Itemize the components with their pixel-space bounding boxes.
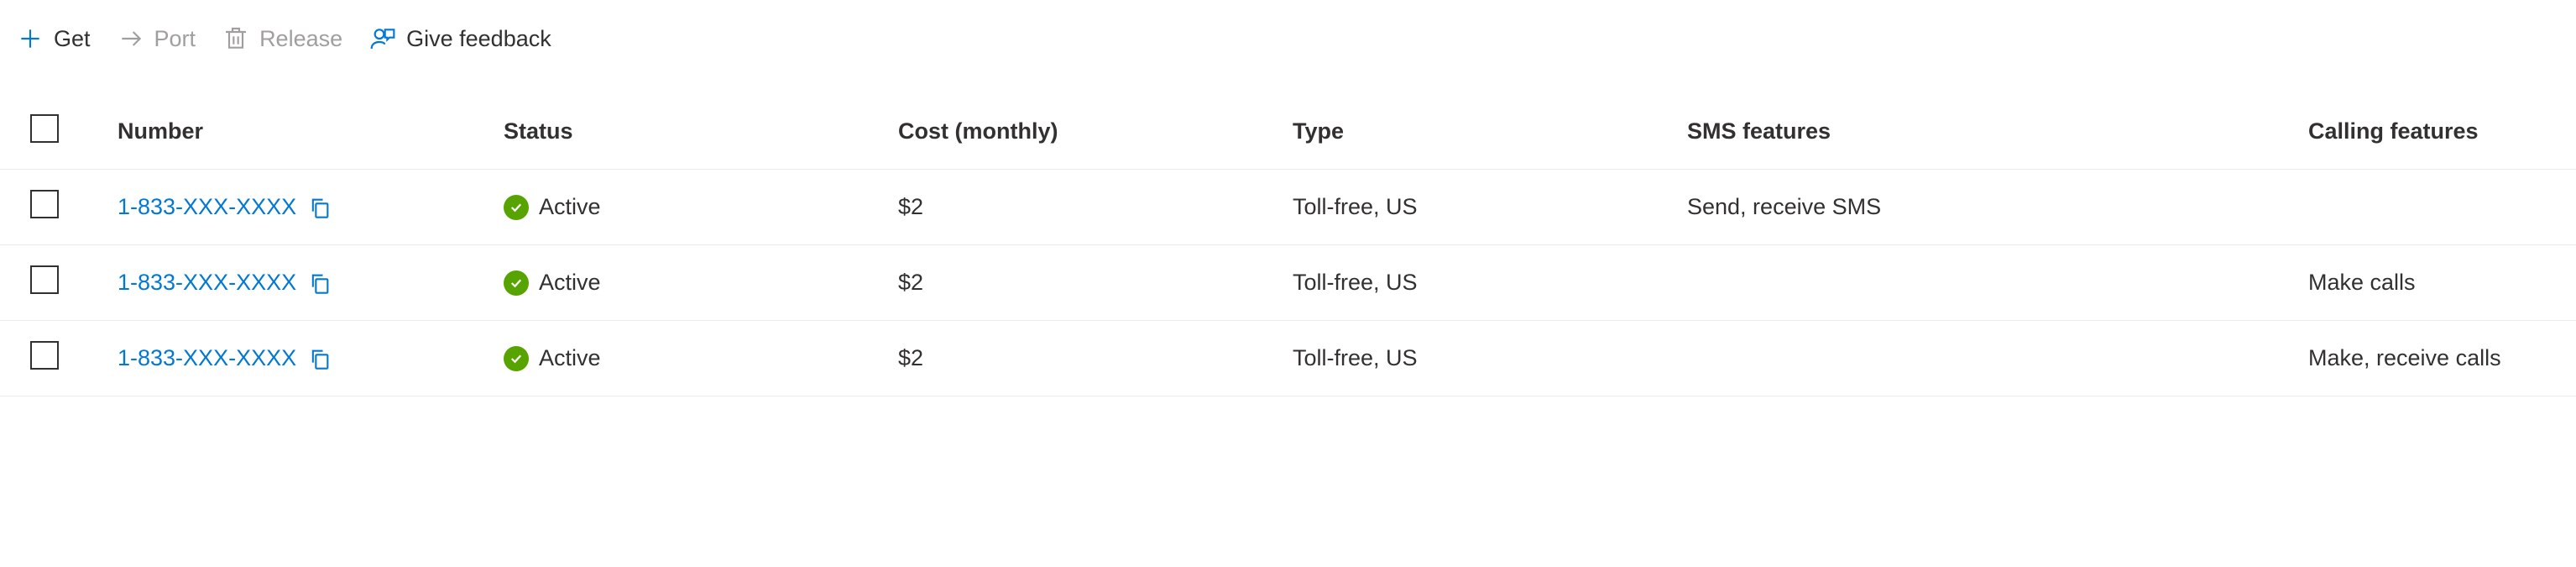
cost-text: $2 (898, 270, 1293, 296)
type-text: Toll-free, US (1293, 194, 1687, 220)
check-circle-icon (504, 195, 529, 220)
col-number[interactable]: Number (118, 118, 504, 144)
row-checkbox[interactable] (30, 341, 59, 370)
col-cost[interactable]: Cost (monthly) (898, 118, 1293, 144)
status-text: Active (539, 270, 601, 296)
copy-icon[interactable] (308, 196, 332, 219)
table-header-row: Number Status Cost (monthly) Type SMS fe… (0, 94, 2576, 170)
port-label: Port (154, 26, 196, 52)
plus-icon (17, 25, 44, 52)
copy-icon[interactable] (308, 347, 332, 370)
table-row: 1-833-XXX-XXXX Active $2 Toll-free, US M… (0, 321, 2576, 396)
select-all-checkbox[interactable] (30, 114, 59, 143)
get-label: Get (54, 26, 91, 52)
cost-text: $2 (898, 194, 1293, 220)
feedback-label: Give feedback (406, 26, 551, 52)
copy-icon[interactable] (308, 271, 332, 295)
feedback-icon (369, 25, 396, 52)
check-circle-icon (504, 346, 529, 371)
calling-text: Make, receive calls (2308, 345, 2576, 371)
number-link[interactable]: 1-833-XXX-XXXX (118, 194, 296, 220)
col-sms[interactable]: SMS features (1687, 118, 2308, 144)
col-calling[interactable]: Calling features (2308, 118, 2576, 144)
cost-text: $2 (898, 345, 1293, 371)
row-checkbox[interactable] (30, 265, 59, 294)
col-status[interactable]: Status (504, 118, 898, 144)
get-button[interactable]: Get (17, 25, 91, 52)
arrow-right-icon (118, 25, 144, 52)
status-text: Active (539, 194, 601, 220)
port-button[interactable]: Port (118, 25, 196, 52)
toolbar: Get Port Release Give feedback (0, 0, 2576, 94)
number-link[interactable]: 1-833-XXX-XXXX (118, 270, 296, 296)
col-type[interactable]: Type (1293, 118, 1687, 144)
status-text: Active (539, 345, 601, 371)
feedback-button[interactable]: Give feedback (369, 25, 551, 52)
row-checkbox[interactable] (30, 190, 59, 218)
table-row: 1-833-XXX-XXXX Active $2 Toll-free, US S… (0, 170, 2576, 245)
numbers-table: Number Status Cost (monthly) Type SMS fe… (0, 94, 2576, 396)
type-text: Toll-free, US (1293, 270, 1687, 296)
number-link[interactable]: 1-833-XXX-XXXX (118, 345, 296, 371)
type-text: Toll-free, US (1293, 345, 1687, 371)
release-button[interactable]: Release (222, 25, 342, 52)
release-label: Release (259, 26, 342, 52)
sms-text: Send, receive SMS (1687, 194, 2308, 220)
table-row: 1-833-XXX-XXXX Active $2 Toll-free, US M… (0, 245, 2576, 321)
trash-icon (222, 25, 249, 52)
calling-text: Make calls (2308, 270, 2576, 296)
check-circle-icon (504, 270, 529, 296)
